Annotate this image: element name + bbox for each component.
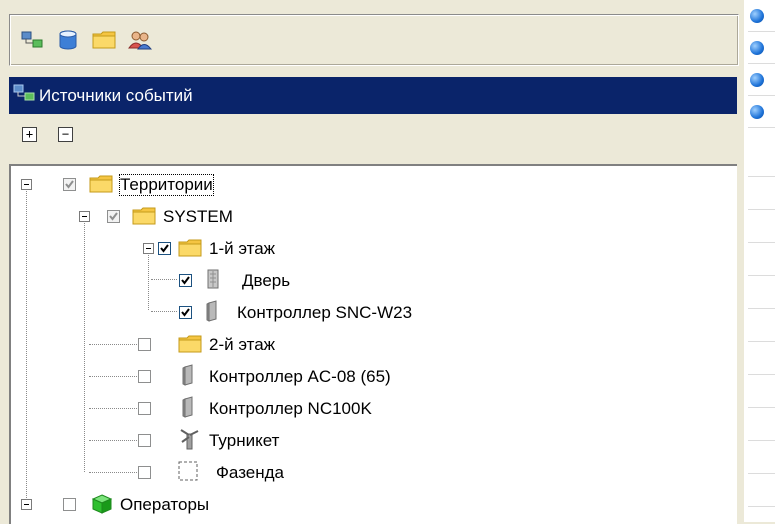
tree-guide — [84, 214, 85, 472]
tree-checkbox[interactable] — [63, 498, 76, 511]
tree-node-controller-ac[interactable]: Контроллер AC-08 (65) — [209, 367, 391, 387]
tree-node-controller-nc[interactable]: Контроллер NC100K — [209, 399, 372, 419]
tree-checkbox[interactable] — [138, 402, 151, 415]
turnstile-icon — [180, 429, 199, 450]
users-icon — [128, 31, 152, 50]
tree-guide — [89, 376, 137, 377]
tree-checkbox[interactable] — [63, 178, 76, 191]
row-divider — [748, 308, 775, 309]
row-divider — [748, 176, 775, 177]
tree-checkbox[interactable] — [138, 466, 151, 479]
users-button[interactable] — [126, 27, 154, 53]
row-divider — [748, 242, 775, 243]
operators-cube-icon — [91, 494, 113, 514]
tree-checkbox[interactable] — [179, 274, 192, 287]
event-status-icon — [750, 41, 764, 55]
row-divider — [748, 341, 775, 342]
row-divider — [748, 473, 775, 474]
event-status-icon — [750, 105, 764, 119]
row-divider — [748, 506, 775, 507]
folder-icon — [132, 207, 156, 225]
tree-node-controller-snc[interactable]: Контроллер SNC-W23 — [237, 303, 412, 323]
events-list-edge — [741, 0, 775, 522]
tree-node-operators[interactable]: Операторы — [120, 495, 209, 515]
collapse-toggle[interactable] — [21, 179, 32, 190]
tree-guide — [89, 408, 137, 409]
row-divider — [748, 275, 775, 276]
controller-icon — [182, 396, 193, 418]
tree-checkbox[interactable] — [138, 338, 151, 351]
database-button[interactable] — [54, 27, 82, 53]
tree-guide — [148, 246, 149, 310]
tree-node-territories[interactable]: Территории — [119, 174, 214, 196]
door-icon — [207, 269, 219, 289]
tree-guide — [26, 184, 27, 504]
tree-checkbox[interactable] — [107, 210, 120, 223]
tree-checkbox[interactable] — [158, 242, 171, 255]
event-status-icon — [750, 73, 764, 87]
tree-guide — [89, 472, 137, 473]
tree-node-floor2[interactable]: 2-й этаж — [209, 335, 275, 355]
folder-icon — [178, 335, 202, 353]
row-divider — [748, 374, 775, 375]
collapse-all-button[interactable]: − — [58, 127, 73, 142]
tree-guide — [151, 279, 177, 280]
collapse-toggle[interactable] — [21, 499, 32, 510]
tree-checkbox[interactable] — [138, 434, 151, 447]
tree-node-floor1[interactable]: 1-й этаж — [209, 239, 275, 259]
folder-icon — [178, 239, 202, 257]
controller-icon — [182, 364, 193, 386]
controller-icon — [206, 300, 217, 322]
tree-guide — [89, 440, 137, 441]
folder-icon — [92, 31, 116, 49]
folder-icon — [89, 175, 113, 193]
tree-node-fazenda[interactable]: Фазенда — [216, 463, 284, 483]
row-divider — [748, 440, 775, 441]
tree-node-turnstile[interactable]: Турникет — [209, 431, 279, 451]
toolbar — [9, 14, 739, 66]
tree-node-system[interactable]: SYSTEM — [163, 207, 233, 227]
row-divider — [748, 127, 775, 128]
event-sources-panel: Источники событий + − Территории SYSTEM … — [0, 0, 741, 524]
tree-guide — [89, 344, 137, 345]
network-sources-button[interactable] — [18, 27, 46, 53]
event-sources-tree[interactable]: Территории SYSTEM 1-й этаж Дверь Контрол… — [9, 164, 737, 524]
expand-all-button[interactable]: + — [22, 127, 37, 142]
zone-icon — [178, 461, 198, 481]
row-divider — [748, 63, 775, 64]
tree-checkbox[interactable] — [138, 370, 151, 383]
folder-button[interactable] — [90, 27, 118, 53]
tree-checkbox[interactable] — [179, 306, 192, 319]
row-divider — [748, 209, 775, 210]
tree-node-door[interactable]: Дверь — [242, 271, 290, 291]
row-divider — [748, 407, 775, 408]
tree-guide — [151, 311, 177, 312]
collapse-toggle[interactable] — [143, 243, 154, 254]
row-divider — [748, 31, 775, 32]
collapse-toggle[interactable] — [79, 211, 90, 222]
database-icon — [59, 30, 77, 50]
panel-title: Источники событий — [39, 85, 193, 105]
panel-titlebar: Источники событий — [9, 77, 737, 114]
event-sources-icon — [13, 83, 35, 108]
network-sources-icon — [21, 31, 43, 48]
event-status-icon — [750, 9, 764, 23]
row-divider — [748, 95, 775, 96]
